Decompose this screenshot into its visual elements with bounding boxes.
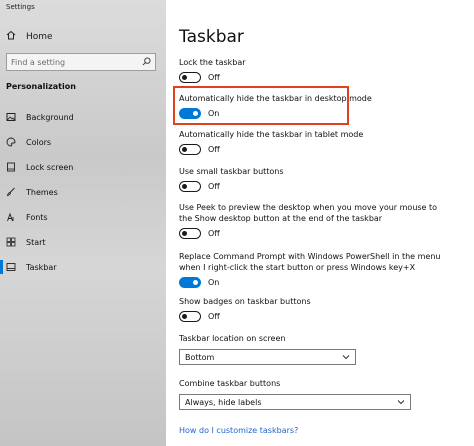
powershell-toggle[interactable] bbox=[179, 277, 201, 288]
setting-label: Show badges on taskbar buttons bbox=[179, 297, 311, 306]
home-icon bbox=[6, 30, 16, 43]
setting-label-line1: Use Peek to preview the desktop when you… bbox=[179, 203, 438, 212]
search-placeholder: Find a setting bbox=[11, 57, 66, 67]
sidebar-item-label: Colors bbox=[26, 137, 52, 147]
sidebar-item-label: Fonts bbox=[26, 212, 48, 222]
setting-peek: Use Peek to preview the desktop when you… bbox=[179, 202, 469, 239]
setting-location: Taskbar location on screen Bottom bbox=[179, 333, 356, 365]
setting-label: Automatically hide the taskbar in tablet… bbox=[179, 130, 364, 139]
sidebar-item-fonts[interactable]: Fonts bbox=[6, 210, 48, 224]
setting-label-line2: when I right-click the start button or p… bbox=[179, 263, 416, 272]
toggle-state: Off bbox=[208, 145, 220, 154]
sidebar-item-label: Background bbox=[26, 112, 74, 122]
sidebar: Settings Home Find a setting Personaliza… bbox=[0, 0, 166, 446]
setting-autohide-desktop: Automatically hide the taskbar in deskto… bbox=[179, 93, 469, 119]
setting-label: Lock the taskbar bbox=[179, 58, 246, 67]
sidebar-item-themes[interactable]: Themes bbox=[6, 185, 58, 199]
sidebar-item-taskbar[interactable]: Taskbar bbox=[0, 260, 57, 274]
setting-badges: Show badges on taskbar buttons Off bbox=[179, 296, 469, 322]
sidebar-item-label: Start bbox=[26, 237, 46, 247]
setting-label: Automatically hide the taskbar in deskto… bbox=[179, 94, 372, 103]
setting-label: Taskbar location on screen bbox=[179, 334, 286, 343]
palette-icon bbox=[6, 137, 16, 147]
small-buttons-toggle[interactable] bbox=[179, 181, 201, 192]
dropdown-value: Always, hide labels bbox=[185, 397, 262, 407]
lock-screen-icon bbox=[6, 162, 16, 172]
setting-small-buttons: Use small taskbar buttons Off bbox=[179, 166, 469, 192]
help-link[interactable]: How do I customize taskbars? bbox=[179, 426, 298, 435]
main-panel: Taskbar Lock the taskbar Off Automatical… bbox=[166, 0, 474, 446]
sidebar-item-background[interactable]: Background bbox=[6, 110, 74, 124]
page-title: Taskbar bbox=[179, 27, 244, 47]
sidebar-item-label: Lock screen bbox=[26, 162, 74, 172]
home-nav[interactable]: Home bbox=[6, 30, 53, 43]
chevron-down-icon bbox=[342, 353, 350, 362]
toggle-state: Off bbox=[208, 229, 220, 238]
window-title: Settings bbox=[6, 3, 35, 11]
sidebar-item-colors[interactable]: Colors bbox=[6, 135, 51, 149]
taskbar-icon bbox=[6, 262, 16, 272]
toggle-state: Off bbox=[208, 182, 220, 191]
toggle-state: On bbox=[208, 278, 220, 287]
autohide-desktop-toggle[interactable] bbox=[179, 108, 201, 119]
setting-label-line1: Replace Command Prompt with Windows Powe… bbox=[179, 252, 441, 261]
search-icon bbox=[142, 56, 151, 68]
brush-icon bbox=[6, 187, 16, 197]
setting-label: Use small taskbar buttons bbox=[179, 167, 284, 176]
start-icon bbox=[6, 237, 16, 247]
combine-dropdown[interactable]: Always, hide labels bbox=[179, 394, 411, 410]
home-label: Home bbox=[26, 31, 53, 42]
setting-powershell: Replace Command Prompt with Windows Powe… bbox=[179, 251, 469, 288]
sidebar-item-lock-screen[interactable]: Lock screen bbox=[6, 160, 73, 174]
peek-toggle[interactable] bbox=[179, 228, 201, 239]
sidebar-item-start[interactable]: Start bbox=[6, 235, 46, 249]
sidebar-item-label: Themes bbox=[26, 187, 58, 197]
autohide-tablet-toggle[interactable] bbox=[179, 144, 201, 155]
setting-label-line2: the Show desktop button at the end of th… bbox=[179, 214, 383, 223]
sidebar-item-label: Taskbar bbox=[26, 262, 57, 272]
lock-taskbar-toggle[interactable] bbox=[179, 72, 201, 83]
setting-lock-taskbar: Lock the taskbar Off bbox=[179, 57, 469, 83]
chevron-down-icon bbox=[397, 398, 405, 407]
section-personalization: Personalization bbox=[6, 82, 76, 91]
font-icon bbox=[6, 212, 16, 222]
location-dropdown[interactable]: Bottom bbox=[179, 349, 356, 365]
setting-label: Combine taskbar buttons bbox=[179, 379, 281, 388]
badges-toggle[interactable] bbox=[179, 311, 201, 322]
dropdown-value: Bottom bbox=[185, 352, 215, 362]
toggle-state: Off bbox=[208, 73, 220, 82]
toggle-state: On bbox=[208, 109, 220, 118]
picture-icon bbox=[6, 112, 16, 122]
toggle-state: Off bbox=[208, 312, 220, 321]
setting-combine: Combine taskbar buttons Always, hide lab… bbox=[179, 378, 411, 410]
search-input[interactable]: Find a setting bbox=[6, 53, 156, 71]
setting-autohide-tablet: Automatically hide the taskbar in tablet… bbox=[179, 129, 469, 155]
